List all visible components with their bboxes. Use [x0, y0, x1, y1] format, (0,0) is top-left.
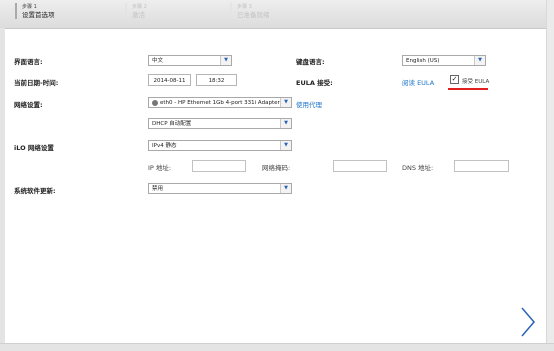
step-1[interactable]: 步骤 1 设置首选项 — [15, 3, 55, 19]
date-field[interactable]: 2014-08-11 — [148, 74, 191, 86]
system-update-value: 禁用 — [152, 186, 164, 192]
netmask-field[interactable] — [333, 160, 387, 172]
interface-language-value: 中文 — [152, 58, 164, 64]
system-update-select[interactable]: 禁用 ▼ — [148, 183, 292, 194]
chevron-down-icon: ▼ — [280, 141, 291, 150]
setup-steps-bar: 步骤 1 设置首选项 步骤 2 激活 步骤 3 已准备就绪 — [0, 0, 554, 29]
step-3[interactable]: 步骤 3 已准备就绪 — [230, 3, 270, 19]
dhcp-select[interactable]: DHCP 自动配置 ▼ — [148, 118, 292, 129]
highlight-underline — [448, 88, 488, 90]
step-1-number: 步骤 1 — [22, 4, 37, 10]
step-1-label: 设置首选项 — [22, 11, 55, 19]
chevron-down-icon: ▼ — [474, 56, 485, 65]
netmask-label: 网络掩码: — [262, 164, 291, 172]
accept-eula-label: 接受 EULA — [462, 79, 490, 85]
step-3-number: 步骤 3 — [237, 4, 252, 10]
right-border — [546, 0, 554, 350]
network-settings-label: 网络设置: — [14, 101, 43, 109]
network-adapter-value: eth0 - HP Ethernet 1Gb 4-port 331i Adapt… — [160, 100, 280, 106]
chevron-down-icon: ▼ — [220, 56, 231, 65]
ilo-mode-select[interactable]: IPv4 静态 ▼ — [148, 140, 292, 151]
ilo-network-label: iLO 网络设置 — [14, 144, 54, 152]
dns-address-label: DNS 地址: — [402, 164, 434, 172]
interface-language-label: 界面语言: — [14, 58, 43, 66]
keyboard-language-select[interactable]: English (US) ▼ — [402, 55, 486, 66]
use-proxy-link[interactable]: 使用代理 — [296, 99, 322, 109]
datetime-label: 当前日期-时间: — [14, 79, 59, 87]
step-3-label: 已准备就绪 — [237, 11, 270, 19]
checkbox-checked-icon[interactable]: ✓ — [450, 75, 459, 84]
chevron-down-icon: ▼ — [280, 184, 291, 193]
network-adapter-icon — [152, 99, 158, 106]
keyboard-language-label: 键盘语言: — [296, 58, 325, 66]
time-field[interactable]: 18:32 — [196, 74, 237, 86]
keyboard-language-value: English (US) — [406, 58, 440, 64]
read-eula-link[interactable]: 阅读 EULA — [402, 77, 434, 87]
network-adapter-select[interactable]: eth0 - HP Ethernet 1Gb 4-port 331i Adapt… — [148, 97, 292, 108]
dns-address-field[interactable] — [454, 160, 509, 172]
chevron-down-icon: ▼ — [280, 119, 291, 128]
chevron-right-icon[interactable] — [519, 306, 537, 338]
eula-label: EULA 接受: — [296, 79, 333, 87]
ilo-mode-value: IPv4 静态 — [152, 143, 177, 149]
chevron-down-icon: ▼ — [280, 98, 291, 107]
system-update-label: 系统软件更新: — [14, 187, 56, 195]
ip-address-field[interactable] — [192, 160, 246, 172]
ip-address-label: IP 地址: — [148, 164, 172, 172]
step-2-number: 步骤 2 — [132, 4, 147, 10]
step-2-label: 激活 — [132, 11, 145, 19]
left-border — [0, 28, 5, 350]
step-2[interactable]: 步骤 2 激活 — [125, 3, 147, 19]
dhcp-value: DHCP 自动配置 — [152, 121, 192, 127]
interface-language-select[interactable]: 中文 ▼ — [148, 55, 232, 66]
